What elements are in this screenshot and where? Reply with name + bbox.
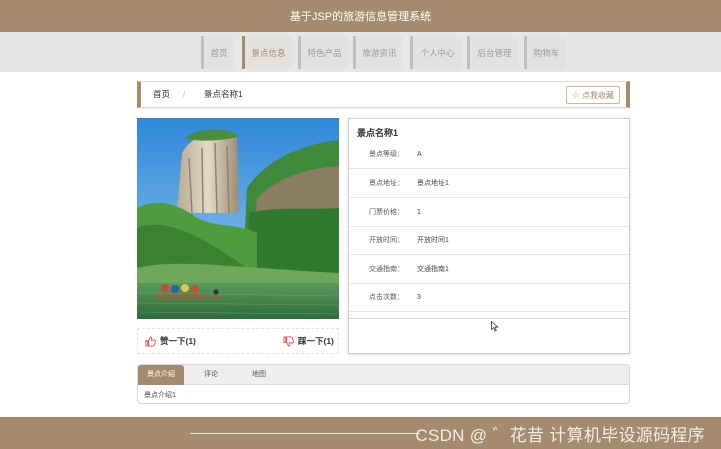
nav-item-products[interactable]: 特色产品 <box>298 36 348 69</box>
detail-tabs: 景点介绍 评论 地图 景点介绍1 <box>137 364 630 404</box>
footer-divider <box>190 433 420 434</box>
info-row-level: 景点等级： A <box>349 141 629 169</box>
info-row-hours: 开放时间： 开放时间1 <box>349 227 629 255</box>
nav-item-cart[interactable]: 购物车 <box>524 36 566 69</box>
like-count: 赞一下(1) <box>160 336 196 346</box>
info-value: 开放时间1 <box>417 237 449 244</box>
breadcrumb: 首页 / 景点名称1 ☆ 点我收藏 <box>137 81 630 108</box>
nav-item-admin[interactable]: 后台管理 <box>467 36 519 69</box>
info-row-clicks: 点击次数： 3 <box>349 284 629 312</box>
info-label: 门票价格： <box>369 209 404 216</box>
info-label: 交通指南： <box>369 266 404 273</box>
breadcrumb-home[interactable]: 首页 <box>153 82 170 107</box>
main-nav: 首页 景点信息 特色产品 旅游资讯 个人中心 后台管理 购物车 <box>0 32 721 72</box>
nav-item-news[interactable]: 旅游资讯 <box>353 36 403 69</box>
info-row-address: 景点地址： 景点地址1 <box>349 170 629 198</box>
app-header: 基于JSP的旅游信息管理系统 <box>0 0 721 32</box>
star-icon: ☆ <box>571 89 580 100</box>
dislike-count: 踩一下(1) <box>298 336 334 346</box>
info-value: 3 <box>417 294 421 301</box>
divider <box>349 318 629 319</box>
watermark: CSDN @ ゛花昔 计算机毕设源码程序 <box>415 426 705 445</box>
thumbs-up-icon <box>145 335 156 347</box>
info-value: A <box>417 151 422 158</box>
vote-bar: 赞一下(1) 踩一下(1) <box>137 328 339 354</box>
attraction-name: 景点名称1 <box>357 128 399 138</box>
info-label: 景点地址： <box>369 180 404 187</box>
thumbs-down-icon <box>283 335 294 347</box>
dislike-button[interactable]: 踩一下(1) <box>283 329 334 353</box>
app-title: 基于JSP的旅游信息管理系统 <box>289 11 432 23</box>
tab-strip: 景点介绍 评论 地图 <box>138 365 629 385</box>
info-value: 景点地址1 <box>417 180 449 187</box>
info-value: 1 <box>417 209 421 216</box>
footer: CSDN @ ゛花昔 计算机毕设源码程序 <box>0 417 721 449</box>
nav-item-profile[interactable]: 个人中心 <box>410 36 462 69</box>
tab-map[interactable]: 地图 <box>242 365 276 385</box>
breadcrumb-separator: / <box>183 90 186 99</box>
nav-item-attractions[interactable]: 景点信息 <box>242 36 292 69</box>
info-label: 景点等级： <box>369 151 404 158</box>
info-value: 交通指南1 <box>417 266 449 273</box>
favorite-button-label: 点我收藏 <box>582 90 614 100</box>
tab-content: 景点介绍1 <box>144 392 176 399</box>
tab-comments[interactable]: 评论 <box>194 365 228 385</box>
nav-item-home[interactable]: 首页 <box>201 36 234 69</box>
mouse-cursor-icon <box>491 321 499 332</box>
attraction-photo <box>137 118 339 319</box>
info-label: 点击次数： <box>369 294 404 301</box>
info-row-transport: 交通指南： 交通指南1 <box>349 256 629 284</box>
like-button[interactable]: 赞一下(1) <box>145 329 196 353</box>
info-row-price: 门票价格： 1 <box>349 199 629 227</box>
tab-intro[interactable]: 景点介绍 <box>138 365 184 385</box>
attraction-info-panel: 景点名称1 景点等级： A 景点地址： 景点地址1 门票价格： 1 开放时间： … <box>348 118 630 354</box>
favorite-button[interactable]: ☆ 点我收藏 <box>565 86 620 104</box>
breadcrumb-current: 景点名称1 <box>204 89 243 99</box>
info-label: 开放时间： <box>369 237 404 244</box>
